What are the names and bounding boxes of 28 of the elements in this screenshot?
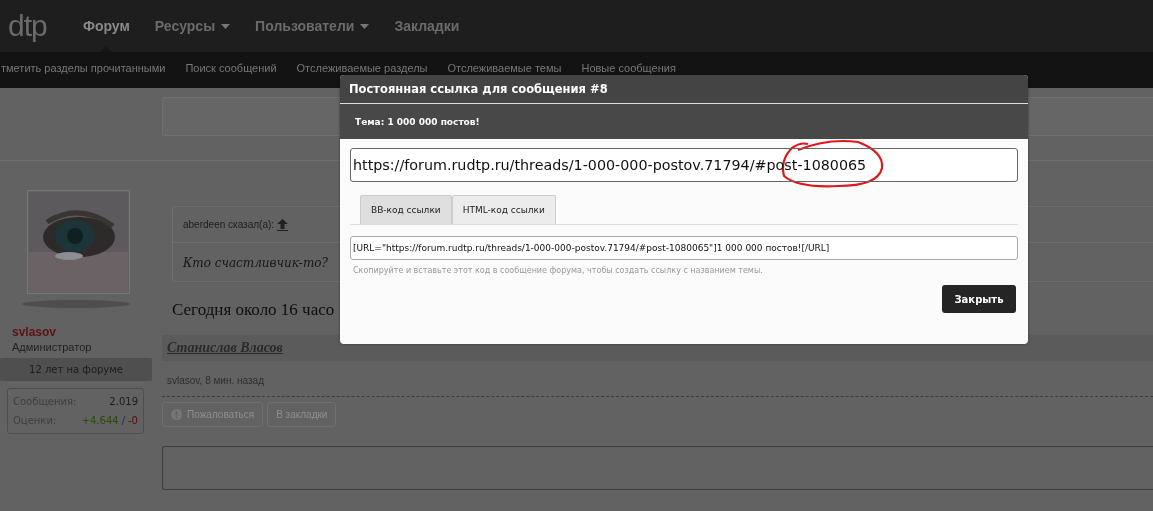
user-title: Администратор	[12, 341, 93, 353]
quote-text: Кто счастливчик-то?	[183, 256, 328, 270]
nav-link[interactable]: Новые сообщения	[581, 62, 676, 74]
nav-link[interactable]: Отслеживаемые темы	[447, 62, 562, 74]
code-tab[interactable]: HTML-код ссылки	[451, 195, 556, 224]
username-link[interactable]: svlasov	[12, 325, 162, 339]
negative-rating: -0	[128, 415, 138, 426]
rating-separator: /	[121, 415, 125, 426]
dialog-title: Постоянная ссылка для сообщения #8	[349, 82, 608, 96]
nav-link[interactable]: тметить разделы прочитанными	[1, 62, 166, 74]
code-tab[interactable]: BB-код ссылки	[360, 195, 452, 224]
nav-tab[interactable]: Закладки	[394, 0, 460, 52]
code-field[interactable]: [URL="https://forum.rudtp.ru/threads/1-000-000-postov.71794/#post-1080065"]1 000 000 постов![/URL]	[350, 236, 1018, 260]
quote-author: aberdeen сказал(а):	[183, 219, 275, 230]
nav-tab[interactable]: Форум	[83, 0, 130, 52]
up-arrow-icon[interactable]	[277, 218, 289, 231]
nav-link[interactable]: Поиск сообщений	[185, 62, 277, 74]
nav-link[interactable]: Отслеживаемые разделы	[296, 62, 428, 74]
nav-tab[interactable]: Ресурсы	[154, 0, 231, 52]
reply-field[interactable]	[162, 446, 1153, 490]
nav-tab[interactable]: Пользователи	[255, 0, 370, 52]
hint-text: Скопируйте и вставьте этот код в сообщение форума, чтобы создать ссылку с названием темы.	[353, 266, 764, 275]
stat-value: 2.019	[109, 395, 138, 409]
positive-rating: +4.644	[81, 415, 119, 426]
close-button[interactable]: Закрыть	[942, 285, 1016, 313]
site-logo[interactable]: dtp	[8, 6, 66, 46]
warning-icon	[171, 409, 182, 420]
thread-title: Тема: 1 000 000 постов!	[355, 116, 480, 127]
